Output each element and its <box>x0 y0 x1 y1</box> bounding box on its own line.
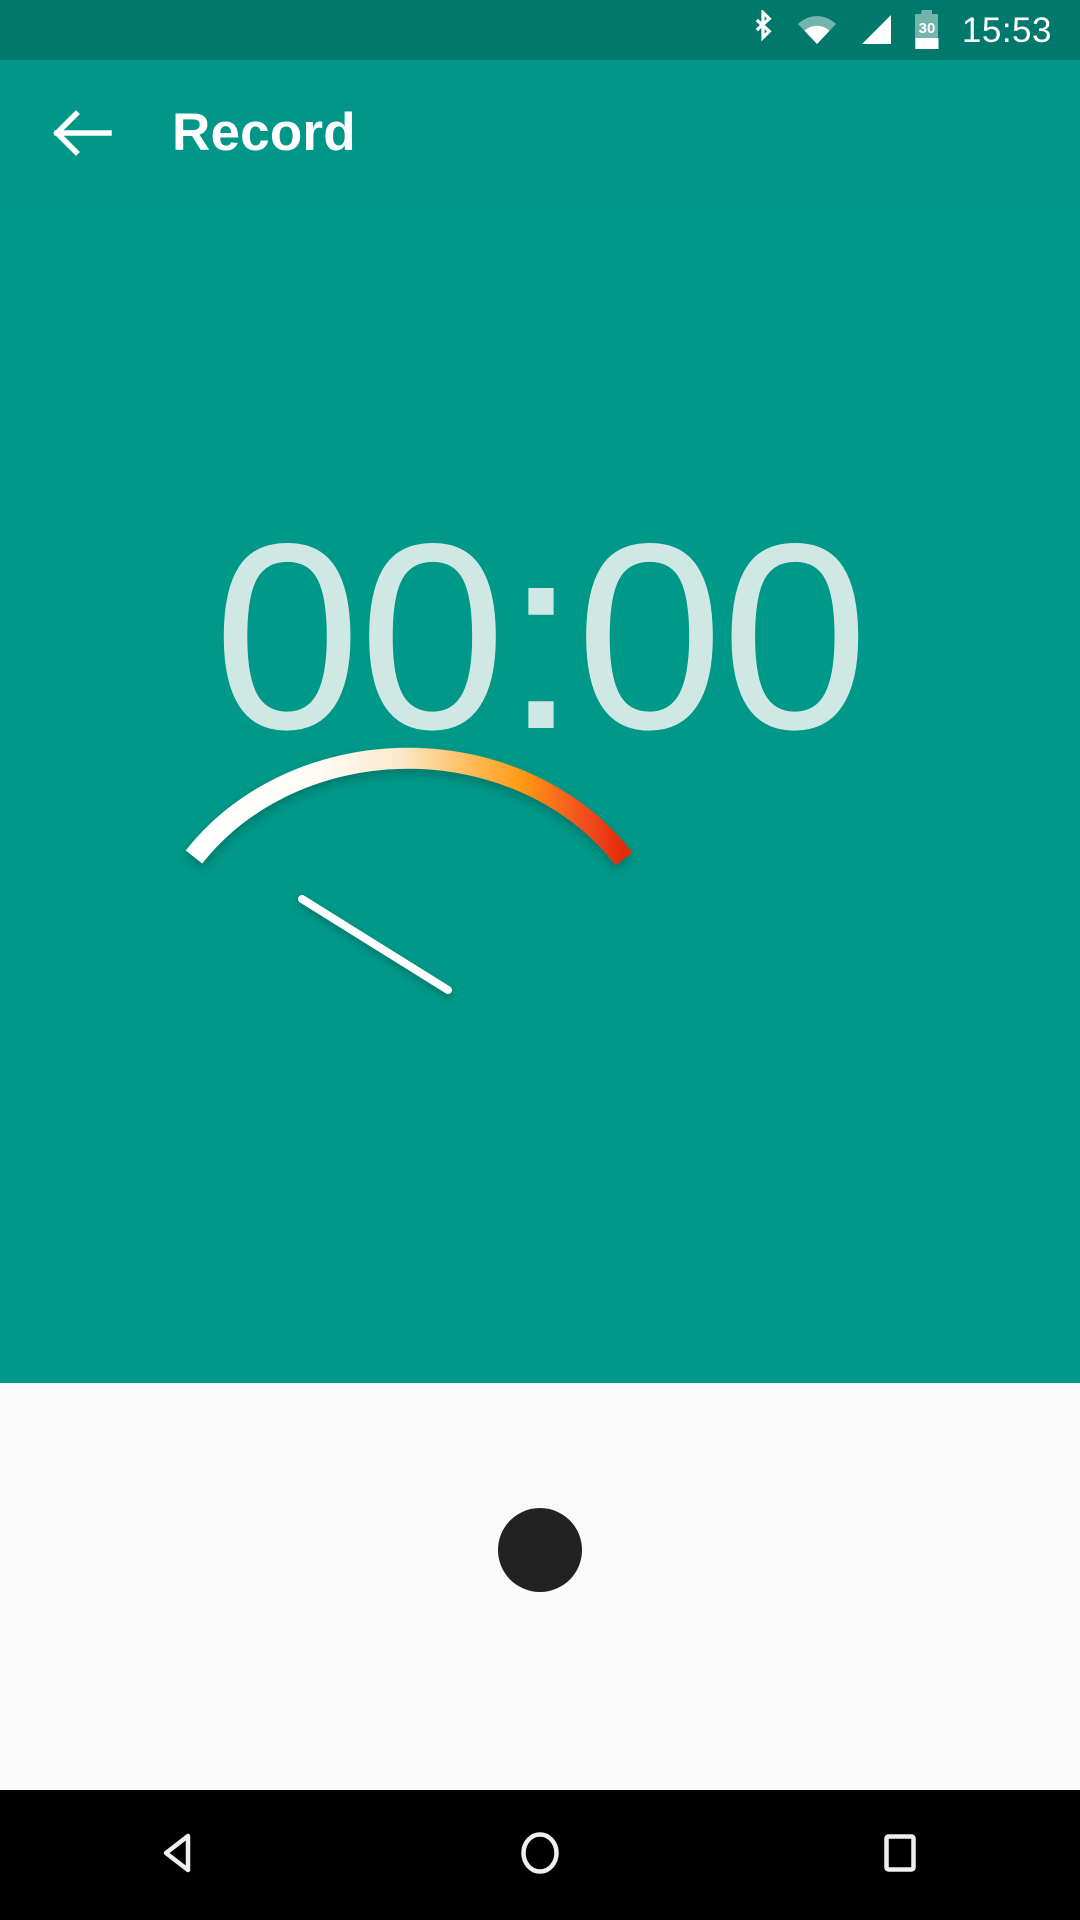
record-content-area: 00:00 <box>0 205 1080 1383</box>
square-recents-icon <box>874 1827 926 1884</box>
record-button[interactable] <box>498 1508 582 1592</box>
app-bar: Record <box>0 60 1080 205</box>
android-navigation-bar <box>0 1790 1080 1920</box>
nav-back-button[interactable] <box>110 1790 250 1920</box>
battery-level-text: 30 <box>919 20 936 37</box>
status-bar-icons: 30 <box>748 9 942 51</box>
bluetooth-icon <box>748 10 778 50</box>
wifi-icon <box>796 13 838 47</box>
circle-home-icon <box>514 1827 566 1884</box>
nav-home-button[interactable] <box>470 1790 610 1920</box>
status-bar: 30 15:53 <box>0 0 1080 60</box>
page-title: Record <box>172 103 356 162</box>
triangle-back-icon <box>154 1827 206 1884</box>
app-screen: 30 15:53 Record 00:00 <box>0 0 1080 1920</box>
nav-recents-button[interactable] <box>830 1790 970 1920</box>
vu-meter-gauge <box>180 725 740 1045</box>
back-arrow-icon[interactable] <box>34 85 130 181</box>
battery-icon: 30 <box>912 9 942 51</box>
cellular-signal-icon <box>856 13 894 47</box>
status-bar-clock: 15:53 <box>961 10 1052 50</box>
